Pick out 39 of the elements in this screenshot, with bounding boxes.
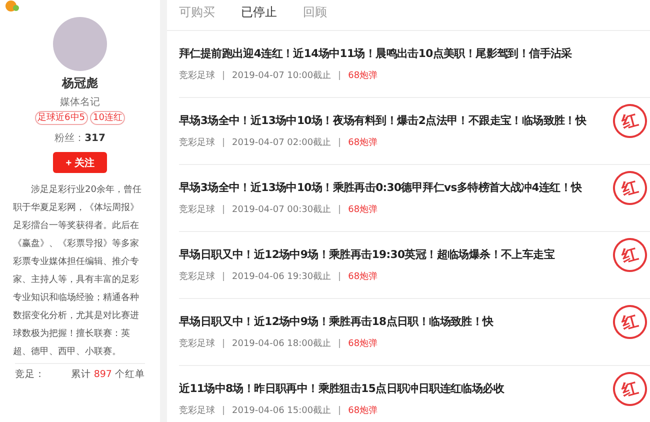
stat-prefix: 累计: [70, 369, 91, 380]
stat-label: 竞足：: [15, 368, 45, 381]
author-name: 杨冠彪: [62, 75, 98, 92]
article-category: 竞彩足球: [179, 270, 215, 283]
author-bio: 涉足足彩行业20余年，曾任职于华夏足彩网，《体坛周报》足彩擂台一等奖获得者。此后在《赢盘》、《彩票导报》等多家彩票专业媒体担任编辑、推介专家、主持人等，具有丰富的足彩专业知识和临场经验；精通各种数据变化分析，尤其是对比赛进球数极为把握！擅长联赛：英超、德甲、西甲、小联赛。: [12, 184, 142, 359]
article-category: 竞彩足球: [179, 404, 215, 417]
fans-count: 317: [84, 133, 106, 144]
article-deadline: 2019-04-07 02:00截止: [232, 136, 332, 149]
article-title[interactable]: 早场日职又中！近12场中9场！乘胜再击18点日职！临场致胜！快: [179, 314, 494, 330]
follow-button[interactable]: + 关注: [53, 152, 107, 173]
article-price: 68炮弹: [348, 270, 378, 283]
stat-suffix: 个红单: [115, 369, 145, 380]
article-price: 68炮弹: [348, 204, 378, 216]
article-deadline: 2019-04-06 19:30截止: [232, 270, 332, 283]
record-tag: 10连红: [90, 111, 126, 125]
article-title[interactable]: 早场3场全中！近13场中10场！乘胜再击0:30德甲拜仁vs多特榜首大战冲4连红！快: [179, 180, 582, 196]
article-category: 竞彩足球: [179, 338, 215, 350]
author-role: 媒体名记: [60, 96, 100, 109]
article-price: 68炮弹: [348, 404, 378, 417]
article-deadline: 2019-04-07 10:00截止: [232, 70, 332, 82]
article-title[interactable]: 早场3场全中！近13场中10场！夜场有料到！爆击2点法甲！不跟走宝！临场致胜！快: [179, 113, 586, 129]
logo-icon: [5, 0, 19, 12]
fans-label: 粉丝：: [54, 133, 85, 144]
article-price: 68炮弹: [348, 136, 378, 149]
article-title[interactable]: 近11场中8场！昨日职再中！乘胜狙击15点日职冲日职连红临场必收: [179, 381, 504, 397]
article-title[interactable]: 拜仁提前跑出迎4连红！近14场中11场！晨鸣出击10点美职！尾影驾到！信手沾采: [179, 46, 572, 62]
article-deadline: 2019-04-07 00:30截止: [232, 204, 332, 216]
article-price: 68炮弹: [348, 338, 378, 350]
stat-count: 897: [94, 369, 112, 380]
article-deadline: 2019-04-06 18:00截止: [232, 338, 332, 350]
article-category: 竞彩足球: [179, 136, 215, 149]
article-category: 竞彩足球: [179, 70, 215, 82]
avatar-placeholder: [53, 17, 107, 71]
article-title[interactable]: 早场日职又中！近12场中9场！乘胜再击19:30英冠！超临场爆杀！不上车走宝: [179, 247, 555, 263]
record-tag: 足球近6中5: [34, 111, 88, 125]
tab[interactable]: 已停止: [241, 0, 277, 21]
article-price: 68炮弹: [348, 70, 378, 82]
article-deadline: 2019-04-06 15:00截止: [232, 404, 332, 417]
article-category: 竞彩足球: [179, 204, 215, 216]
